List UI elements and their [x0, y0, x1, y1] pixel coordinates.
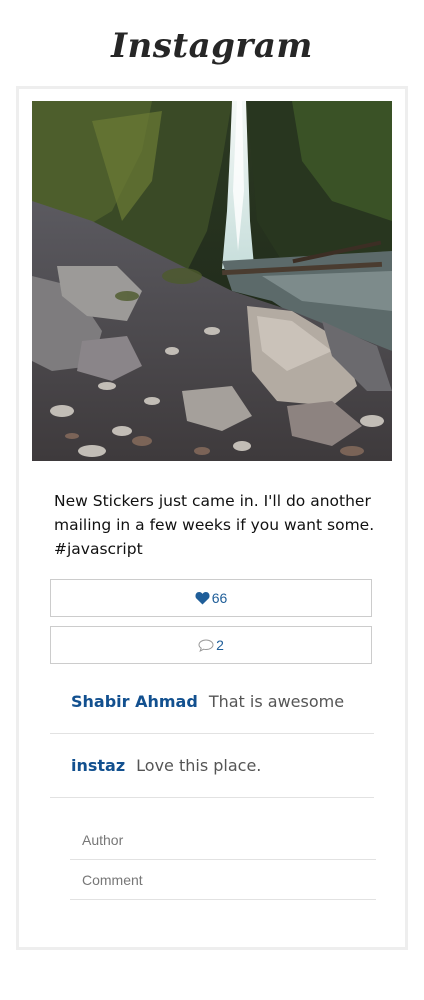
- page: Instagram New Stickers just came in. I'l…: [0, 0, 424, 1000]
- comment-button[interactable]: 2: [50, 626, 372, 664]
- instagram-logo[interactable]: Instagram: [0, 26, 424, 66]
- post-photo[interactable]: [32, 101, 392, 461]
- comment-item: Shabir Ahmad That is awesome: [50, 669, 374, 734]
- comment-text: Love this place.: [136, 755, 262, 775]
- comment-input[interactable]: [70, 860, 376, 900]
- comment-text: That is awesome: [208, 691, 345, 711]
- like-button[interactable]: 66: [50, 579, 372, 617]
- author-input[interactable]: [70, 820, 376, 860]
- heart-icon: [195, 591, 210, 605]
- comment-author[interactable]: Shabir Ahmad: [71, 692, 198, 711]
- comment-author[interactable]: instaz: [71, 756, 125, 775]
- speech-bubble-icon: [198, 638, 214, 652]
- comment-item: instaz Love this place.: [50, 733, 374, 798]
- comment-count: 2: [216, 637, 224, 653]
- like-count: 66: [211, 590, 228, 606]
- post-caption: New Stickers just came in. I'll do anoth…: [54, 492, 375, 558]
- post-card: New Stickers just came in. I'll do anoth…: [16, 86, 408, 950]
